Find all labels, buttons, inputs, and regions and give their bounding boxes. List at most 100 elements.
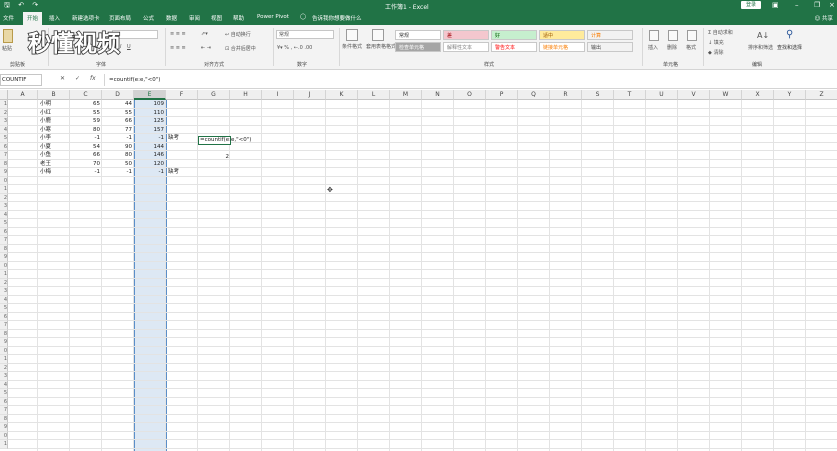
currency-icon[interactable]: ¥▾ % , ←.0 .00 [277, 45, 312, 51]
cell-total[interactable]: 125 [136, 117, 165, 126]
cell-score-d[interactable]: -1 [104, 134, 132, 143]
row-header[interactable]: 7 [0, 406, 8, 415]
row-header[interactable]: 1 [0, 270, 8, 279]
column-header-k[interactable]: K [326, 90, 358, 100]
row-header[interactable]: 5 [0, 389, 8, 398]
row-header[interactable]: 4 [0, 380, 8, 389]
conditional-format-icon[interactable] [346, 29, 358, 41]
tab-home[interactable]: 开始 [23, 12, 43, 25]
cell-name[interactable]: 小红 [40, 109, 68, 118]
row-header[interactable]: 2 [0, 193, 8, 202]
cell-score-d[interactable]: 90 [104, 143, 132, 152]
column-header-q[interactable]: Q [518, 90, 550, 100]
worksheet-grid[interactable]: ABCDEFGHIJKLMNOPQRSTUVWXYZ 1234567890123… [0, 90, 837, 451]
cell-total[interactable]: -1 [136, 134, 164, 143]
delete-cells-icon[interactable] [668, 30, 678, 41]
cell-note[interactable]: 缺考 [168, 134, 196, 143]
row-header[interactable]: 5 [0, 219, 8, 228]
cell-style-explanatory[interactable]: 解释性文本 [443, 42, 489, 52]
row-header[interactable]: 9 [0, 253, 8, 262]
cell-name[interactable]: 老王 [40, 160, 68, 169]
autosum-button[interactable]: Σ 自动求和 [708, 29, 733, 36]
orientation-icon[interactable]: ⇗▾ [201, 31, 208, 37]
column-header-g[interactable]: G [198, 90, 230, 100]
row-header[interactable]: 7 [0, 321, 8, 330]
tab-review[interactable]: 审阅 [189, 14, 200, 22]
row-header[interactable]: 9 [0, 338, 8, 347]
cell-score-d[interactable]: 66 [104, 117, 132, 126]
tab-data[interactable]: 数据 [166, 14, 177, 22]
format-cells-label[interactable]: 格式 [686, 44, 696, 51]
cell-score-c[interactable]: -1 [72, 134, 100, 143]
cancel-icon[interactable]: ✕ [60, 75, 65, 82]
row-header[interactable]: 6 [0, 312, 8, 321]
row-header[interactable]: 6 [0, 397, 8, 406]
column-header-z[interactable]: Z [806, 90, 837, 100]
cell-name[interactable]: 小夏 [40, 143, 68, 152]
cell-score-c[interactable]: 59 [72, 117, 100, 126]
cell-score-c[interactable]: 54 [72, 143, 100, 152]
row-header[interactable]: 0 [0, 346, 8, 355]
row-header[interactable]: 5 [0, 134, 8, 143]
cell-total[interactable]: 109 [136, 100, 165, 109]
column-header-v[interactable]: V [678, 90, 710, 100]
column-header-i[interactable]: I [262, 90, 294, 100]
cell-name[interactable]: 小鱼 [40, 151, 68, 160]
tab-formulas[interactable]: 公式 [143, 14, 154, 22]
row-header[interactable]: 1 [0, 100, 8, 109]
column-header-d[interactable]: D [102, 90, 134, 100]
cell-score-d[interactable]: 55 [104, 109, 132, 118]
cell-score-c[interactable]: 70 [72, 160, 100, 169]
insert-function-icon[interactable]: fx [90, 75, 96, 82]
clear-button[interactable]: ◆ 清除 [708, 49, 723, 56]
cell-style-check-cell[interactable]: 检查单元格 [395, 42, 441, 52]
cell-total[interactable]: -1 [136, 168, 164, 177]
tab-power-pivot[interactable]: Power Pivot [257, 14, 289, 20]
row-header[interactable]: 6 [0, 142, 8, 151]
tab-view[interactable]: 视图 [211, 14, 222, 22]
cell-total[interactable]: 157 [136, 126, 165, 135]
column-header-j[interactable]: J [294, 90, 326, 100]
row-header[interactable]: 1 [0, 440, 8, 449]
cell-name[interactable]: 小鹿 [40, 117, 68, 126]
cell-score-c[interactable]: 55 [72, 109, 100, 118]
row-header[interactable]: 8 [0, 244, 8, 253]
row-header[interactable]: 9 [0, 168, 8, 177]
cell-total[interactable]: 110 [136, 109, 165, 118]
cell-total[interactable]: 146 [136, 151, 165, 160]
format-cells-icon[interactable] [687, 30, 697, 41]
cell-score-d[interactable]: 50 [104, 160, 132, 169]
row-header[interactable]: 4 [0, 125, 8, 134]
tell-me-search[interactable]: 告诉我你想要做什么 [312, 14, 362, 22]
wrap-text-button[interactable]: ↩ 自动换行 [225, 31, 251, 38]
column-header-h[interactable]: H [230, 90, 262, 100]
cell-score-d[interactable]: 80 [104, 151, 132, 160]
column-header-e[interactable]: E [134, 90, 166, 100]
tab-new-tab[interactable]: 新建选项卡 [72, 14, 100, 22]
cell-style-neutral[interactable]: 适中 [539, 30, 585, 40]
row-header[interactable]: 6 [0, 227, 8, 236]
paste-icon[interactable] [3, 29, 13, 43]
restore-icon[interactable]: ❐ [814, 1, 820, 9]
column-header-a[interactable]: A [8, 90, 38, 100]
column-header-y[interactable]: Y [774, 90, 806, 100]
row-header[interactable]: 4 [0, 210, 8, 219]
row-header[interactable]: 3 [0, 287, 8, 296]
column-header-s[interactable]: S [582, 90, 614, 100]
cell-style-linked[interactable]: 链接单元格 [539, 42, 585, 52]
cell-name[interactable]: 小寒 [40, 126, 68, 135]
row-header[interactable]: 1 [0, 185, 8, 194]
cell-score-d[interactable]: 77 [104, 126, 132, 135]
column-header-m[interactable]: M [390, 90, 422, 100]
cell-score-d[interactable]: 44 [104, 100, 132, 109]
column-header-c[interactable]: C [70, 90, 102, 100]
column-header-p[interactable]: P [486, 90, 518, 100]
row-header[interactable]: 2 [0, 363, 8, 372]
row-header[interactable]: 4 [0, 295, 8, 304]
select-all-corner[interactable] [0, 90, 8, 100]
column-header-l[interactable]: L [358, 90, 390, 100]
cell-score-c[interactable]: 65 [72, 100, 100, 109]
column-header-r[interactable]: R [550, 90, 582, 100]
cell-score-c[interactable]: 80 [72, 126, 100, 135]
column-header-u[interactable]: U [646, 90, 678, 100]
